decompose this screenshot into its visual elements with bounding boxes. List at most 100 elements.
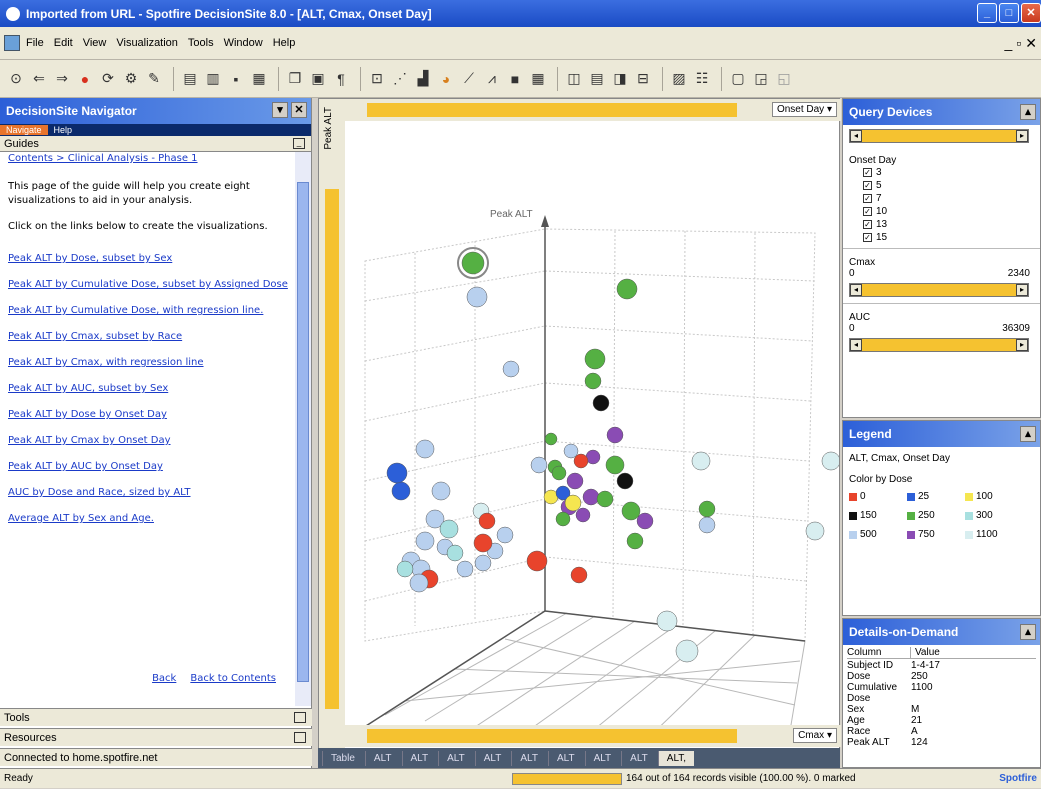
data-marker[interactable] xyxy=(555,511,571,527)
window2-icon[interactable]: ◲ xyxy=(751,69,771,89)
guide-link[interactable]: Peak ALT by Cmax, subset by Race xyxy=(8,330,288,344)
guide-link[interactable]: Peak ALT by Cmax by Onset Day xyxy=(8,434,288,448)
window1-icon[interactable]: ▢ xyxy=(728,69,748,89)
tools-icon[interactable]: ⚙ xyxy=(121,69,141,89)
maximize-button[interactable]: □ xyxy=(999,3,1019,23)
data-marker[interactable] xyxy=(656,610,678,632)
mdi-close-button[interactable]: ✕ xyxy=(1025,35,1037,52)
collapse-icon[interactable]: ▴ xyxy=(1020,624,1036,640)
data-marker[interactable] xyxy=(621,501,641,521)
data-marker[interactable] xyxy=(606,426,624,444)
checkbox-onset[interactable]: ✓ 15 xyxy=(843,231,1040,244)
minimize-icon[interactable] xyxy=(294,712,306,723)
back-to-contents-link[interactable]: Back to Contents xyxy=(190,672,276,686)
guide-link[interactable]: AUC by Dose and Race, sized by ALT xyxy=(8,486,288,500)
bar-chart-icon[interactable]: ▟ xyxy=(413,69,433,89)
data-marker[interactable] xyxy=(446,544,464,562)
heatmap-icon[interactable]: ■ xyxy=(505,69,525,89)
guide-link[interactable]: Peak ALT by AUC, subset by Sex xyxy=(8,382,288,396)
stop-icon[interactable]: ● xyxy=(75,69,95,89)
x-range-slider[interactable] xyxy=(367,729,737,743)
menu-file[interactable]: File xyxy=(26,37,44,49)
tools-section[interactable]: Tools xyxy=(0,708,312,726)
tab-alt[interactable]: ALT xyxy=(547,750,583,766)
back-link[interactable]: Back xyxy=(152,672,176,686)
home-icon[interactable]: ⊙ xyxy=(6,69,26,89)
data-marker[interactable] xyxy=(564,494,582,512)
data-marker[interactable] xyxy=(530,456,548,474)
data-marker[interactable] xyxy=(391,481,411,501)
data-marker[interactable] xyxy=(592,394,610,412)
data-marker[interactable] xyxy=(526,550,548,572)
layout4-icon[interactable]: ⊟ xyxy=(633,69,653,89)
guides-scrollbar[interactable] xyxy=(295,152,311,706)
guide-link[interactable]: Peak ALT by Cumulative Dose, subset by A… xyxy=(8,278,288,292)
checkbox-onset[interactable]: ✓ 5 xyxy=(843,179,1040,192)
data-marker[interactable] xyxy=(473,533,493,553)
edit-icon[interactable]: ✎ xyxy=(144,69,164,89)
open-folder-icon[interactable]: ▤ xyxy=(180,69,200,89)
data-marker[interactable] xyxy=(386,462,408,484)
guide-link[interactable]: Peak ALT by Cumulative Dose, with regres… xyxy=(8,304,288,318)
data-marker[interactable] xyxy=(691,451,711,471)
forward-arrow-icon[interactable]: ⇒ xyxy=(52,69,72,89)
y-axis-selector[interactable]: Peak ALT xyxy=(323,107,334,150)
close-button[interactable]: ✕ xyxy=(1021,3,1041,23)
save-icon[interactable]: ▪ xyxy=(226,69,246,89)
data-marker[interactable] xyxy=(584,348,606,370)
data-marker[interactable] xyxy=(582,488,600,506)
menu-window[interactable]: Window xyxy=(224,37,263,49)
data-marker[interactable] xyxy=(626,532,644,550)
collapse-icon[interactable]: ▴ xyxy=(1020,426,1036,442)
tab-alt[interactable]: ALT xyxy=(621,750,656,766)
pie-chart-icon[interactable]: ◕ xyxy=(436,69,456,89)
tab-alt[interactable]: ALT xyxy=(474,750,510,766)
menu-view[interactable]: View xyxy=(83,37,107,49)
data-marker[interactable] xyxy=(439,519,459,539)
data-marker[interactable] xyxy=(616,472,634,490)
data-marker[interactable] xyxy=(431,481,451,501)
range-slider[interactable]: ◂ ▸ xyxy=(849,127,1034,145)
line-chart-icon[interactable]: ⟋ xyxy=(459,69,479,89)
scatter-canvas[interactable]: Peak ALT xyxy=(345,121,839,725)
scatter3d-icon[interactable]: ⋰ xyxy=(390,69,410,89)
guide-link[interactable]: Peak ALT by Dose, subset by Sex xyxy=(8,252,288,266)
data-marker[interactable] xyxy=(502,360,520,378)
data-marker[interactable] xyxy=(544,432,558,446)
guide-link[interactable]: Average ALT by Sex and Age. xyxy=(8,512,288,526)
collapse-icon[interactable]: ▴ xyxy=(1020,104,1036,120)
properties-icon[interactable]: ▨ xyxy=(669,69,689,89)
layout3-icon[interactable]: ◨ xyxy=(610,69,630,89)
data-marker[interactable] xyxy=(456,560,474,578)
data-marker[interactable] xyxy=(415,531,435,551)
data-marker[interactable] xyxy=(496,526,514,544)
data-marker[interactable] xyxy=(616,278,638,300)
mdi-minimize-button[interactable]: _ xyxy=(1005,35,1013,52)
tab-alt[interactable]: ALT xyxy=(511,750,546,766)
checkbox-onset[interactable]: ✓ 10 xyxy=(843,205,1040,218)
window3-icon[interactable]: ◱ xyxy=(774,69,794,89)
checkbox-onset[interactable]: ✓ 7 xyxy=(843,192,1040,205)
data-marker[interactable] xyxy=(466,286,488,308)
guides-header[interactable]: Guides _ xyxy=(0,136,311,152)
breadcrumb[interactable]: Contents > Clinical Analysis - Phase 1 xyxy=(8,152,288,166)
checkbox-onset[interactable]: ✓ 3 xyxy=(843,166,1040,179)
data-marker[interactable] xyxy=(575,507,591,523)
checkbox-onset[interactable]: ✓ 13 xyxy=(843,218,1040,231)
table-icon[interactable]: ▦ xyxy=(528,69,548,89)
data-marker[interactable] xyxy=(566,472,584,490)
format-icon[interactable]: ¶ xyxy=(331,69,351,89)
data-marker[interactable] xyxy=(596,490,614,508)
data-marker[interactable] xyxy=(821,451,839,471)
tab-alt[interactable]: ALT xyxy=(401,750,437,766)
print-icon[interactable]: ▦ xyxy=(249,69,269,89)
navigator-close-icon[interactable]: ✕ xyxy=(291,102,307,118)
data-marker[interactable] xyxy=(698,516,716,534)
data-marker[interactable] xyxy=(415,439,435,459)
data-marker[interactable] xyxy=(551,465,567,481)
guide-link[interactable]: Peak ALT by AUC by Onset Day xyxy=(8,460,288,474)
data-marker[interactable] xyxy=(563,443,579,459)
tab-alt-active[interactable]: ALT, xyxy=(657,750,695,766)
x-axis-selector[interactable]: Cmax ▾ xyxy=(793,728,837,743)
copy-icon[interactable]: ❐ xyxy=(285,69,305,89)
